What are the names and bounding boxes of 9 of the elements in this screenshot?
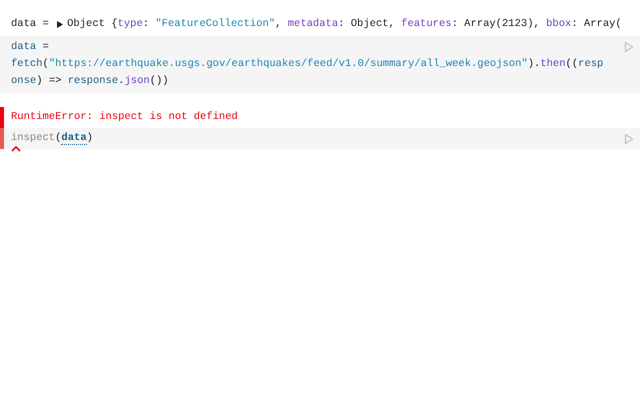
expand-triangle-icon[interactable] (57, 21, 64, 28)
object-preview: Object {type: "FeatureCollection", metadata: Object, features: Array(2123), bbox: Array( (67, 17, 622, 32)
variable-name: data = (11, 17, 50, 32)
run-icon[interactable] (624, 133, 634, 145)
code-cell[interactable]: data = fetch("https://earthquake.usgs.gov/earthquakes/feed/v1.0/summary/all_week.geojson").then((response) => response.json()) (0, 36, 640, 93)
run-icon[interactable] (624, 41, 634, 53)
error-caret-icon (11, 146, 21, 152)
error-message: RuntimeError: inspect is not defined (0, 107, 640, 128)
code-cell[interactable]: inspect(data) (0, 128, 640, 149)
